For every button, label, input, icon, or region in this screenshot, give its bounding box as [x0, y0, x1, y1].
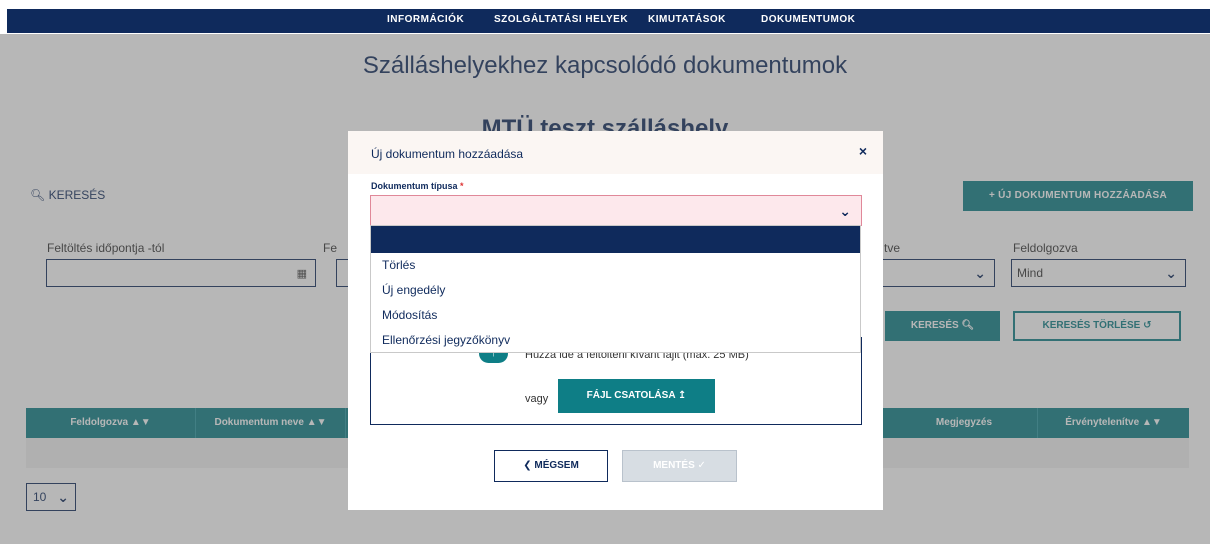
chevron-down-icon: ⌄: [839, 203, 851, 219]
top-navigation: INFORMÁCIÓK SZOLGÁLTATÁSI HELYEK KIMUTAT…: [7, 9, 1210, 33]
option-uj-engedely[interactable]: Új engedély: [371, 278, 860, 303]
nav-dokumentumok[interactable]: DOKUMENTUMOK: [761, 14, 855, 25]
required-mark: *: [460, 181, 464, 191]
attach-file-label: FÁJL CSATOLÁSA: [586, 390, 676, 401]
modal-title: Új dokumentum hozzáadása: [371, 147, 524, 161]
document-type-options: Törlés Új engedély Módosítás Ellenőrzési…: [370, 225, 861, 353]
attach-file-button[interactable]: FÁJL CSATOLÁSA ↥: [558, 379, 715, 413]
nav-kimutatasok[interactable]: KIMUTATÁSOK: [648, 14, 726, 25]
cancel-label: MÉGSEM: [534, 460, 579, 471]
document-type-select[interactable]: ⌄: [370, 195, 862, 226]
save-button[interactable]: MENTÉS ✓: [622, 450, 737, 482]
modal-header: Új dokumentum hozzáadása ×: [348, 131, 883, 174]
chevron-left-icon: ❮: [523, 460, 532, 471]
document-type-label: Dokumentum típusa *: [371, 181, 464, 191]
option-ellenorzesi-jegyzokonyv[interactable]: Ellenőrzési jegyzőkönyv: [371, 328, 860, 353]
or-text: vagy: [525, 393, 549, 405]
upload-arrow-icon: ↥: [677, 390, 687, 401]
nav-szolgaltatasi-helyek[interactable]: SZOLGÁLTATÁSI HELYEK: [494, 14, 628, 25]
save-label: MENTÉS: [653, 460, 695, 471]
close-icon[interactable]: ×: [859, 143, 867, 159]
document-type-label-text: Dokumentum típusa: [371, 181, 458, 191]
option-empty[interactable]: [371, 226, 860, 253]
option-torles[interactable]: Törlés: [371, 253, 860, 278]
option-modositas[interactable]: Módosítás: [371, 303, 860, 328]
nav-informaciok[interactable]: INFORMÁCIÓK: [387, 14, 464, 25]
cancel-button[interactable]: ❮ MÉGSEM: [494, 450, 608, 482]
check-icon: ✓: [697, 460, 706, 471]
